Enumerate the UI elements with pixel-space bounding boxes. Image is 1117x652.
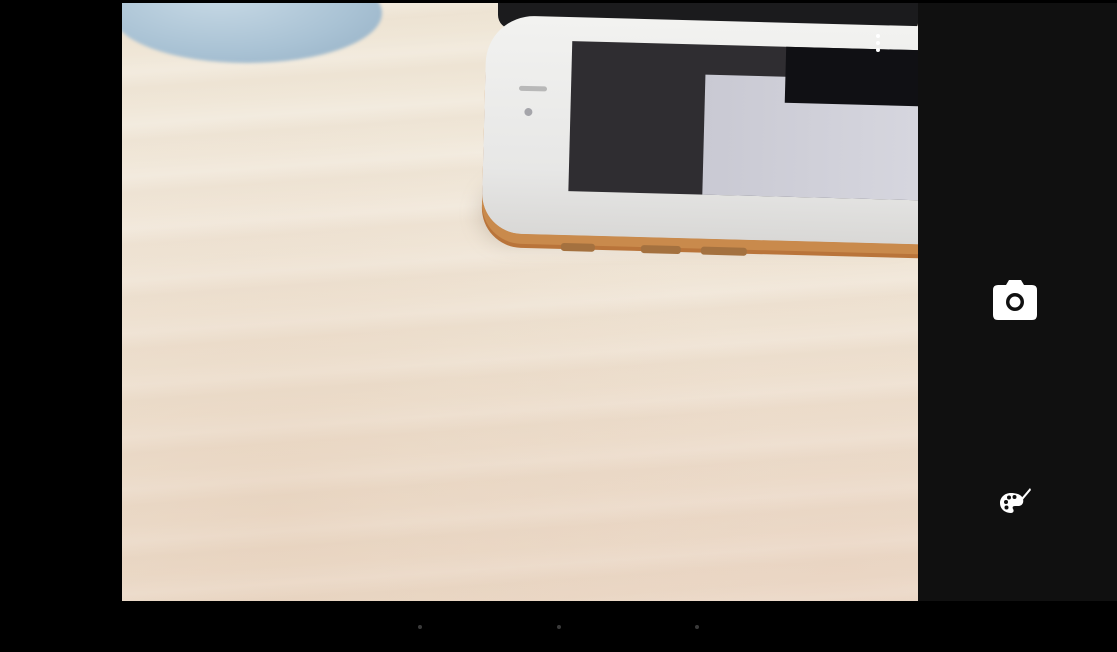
viewfinder-phone-side-button <box>700 246 747 256</box>
home-icon[interactable] <box>557 625 561 629</box>
overflow-menu-dot <box>876 48 880 52</box>
viewfinder-phone <box>481 14 918 256</box>
camera-viewfinder[interactable] <box>122 3 918 601</box>
camera-icon <box>993 280 1037 320</box>
overflow-menu-dot <box>876 41 880 45</box>
palette-icon <box>1000 488 1031 513</box>
viewfinder-phone-screen-dark <box>784 46 918 108</box>
back-icon[interactable] <box>418 625 422 629</box>
more-vert-icon[interactable] <box>868 30 888 56</box>
filter-button[interactable] <box>999 487 1031 517</box>
recents-icon[interactable] <box>695 625 699 629</box>
viewfinder-phone-side-button <box>560 242 595 252</box>
camera-screen <box>0 0 1117 652</box>
shutter-button[interactable] <box>992 279 1038 321</box>
navigation-bar <box>0 601 1117 652</box>
overflow-menu-dot <box>876 34 880 38</box>
viewfinder-phone-camera <box>524 107 533 117</box>
viewfinder-phone-side-button <box>640 244 681 255</box>
viewfinder-phone-screen <box>568 41 918 202</box>
viewfinder-phone-speaker <box>518 85 548 92</box>
camera-control-panel <box>918 3 1117 601</box>
